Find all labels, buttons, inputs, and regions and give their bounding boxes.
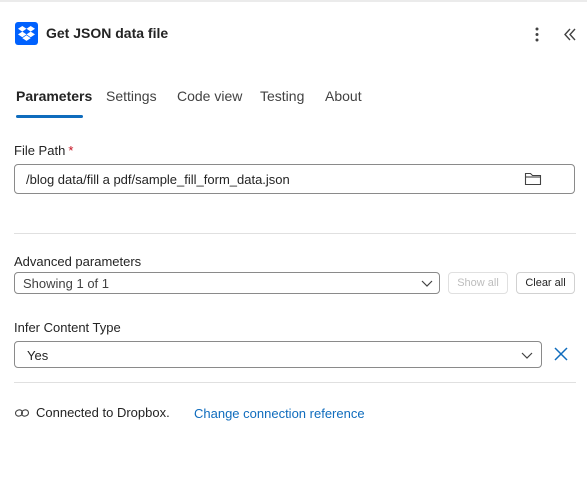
- tab-testing[interactable]: Testing: [260, 88, 304, 118]
- tab-label: Settings: [106, 88, 157, 104]
- more-options-button[interactable]: [527, 23, 547, 45]
- tab-settings[interactable]: Settings: [106, 88, 157, 118]
- action-details-panel: Get JSON data file Parameters Settings C…: [0, 0, 587, 479]
- infer-content-type-label: Infer Content Type: [14, 320, 121, 335]
- section-divider: [14, 233, 576, 234]
- tab-about[interactable]: About: [325, 88, 362, 118]
- tab-code-view[interactable]: Code view: [177, 88, 242, 118]
- file-path-label-text: File Path: [14, 143, 66, 158]
- chevron-down-icon: [421, 280, 433, 287]
- more-vertical-icon: [535, 27, 539, 42]
- tab-label: Code view: [177, 88, 243, 104]
- browse-button[interactable]: [523, 170, 543, 188]
- required-marker: *: [68, 143, 74, 158]
- tab-label: About: [325, 88, 362, 104]
- double-chevron-left-icon: [564, 28, 576, 41]
- file-path-label: File Path *: [14, 143, 73, 158]
- remove-parameter-button[interactable]: [551, 344, 571, 364]
- advanced-parameters-dropdown[interactable]: Showing 1 of 1: [14, 272, 440, 294]
- infer-content-type-dropdown[interactable]: Yes: [14, 341, 542, 368]
- change-connection-link[interactable]: Change connection reference: [194, 406, 365, 421]
- connection-status: Connected to Dropbox.: [36, 405, 170, 420]
- tab-parameters[interactable]: Parameters: [16, 88, 92, 118]
- chevron-down-icon: [521, 352, 533, 359]
- advanced-parameters-value: Showing 1 of 1: [23, 276, 110, 291]
- tab-label: Testing: [260, 88, 305, 104]
- link-icon: [14, 405, 30, 421]
- collapse-panel-button[interactable]: [559, 23, 581, 45]
- file-path-input[interactable]: /blog data/fill a pdf/sample_fill_form_d…: [14, 164, 575, 194]
- advanced-parameters-label: Advanced parameters: [14, 254, 142, 269]
- show-all-button[interactable]: Show all: [448, 272, 508, 294]
- active-tab-indicator: [16, 115, 83, 118]
- clear-all-button[interactable]: Clear all: [516, 272, 575, 294]
- panel-header: Get JSON data file: [14, 21, 579, 47]
- section-divider: [14, 382, 576, 383]
- folder-icon: [524, 172, 542, 186]
- file-path-value: /blog data/fill a pdf/sample_fill_form_d…: [26, 172, 290, 187]
- top-border: [0, 0, 587, 2]
- tab-label: Parameters: [16, 88, 93, 104]
- action-title: Get JSON data file: [46, 25, 169, 41]
- infer-content-type-value: Yes: [27, 348, 49, 363]
- dropbox-icon: [15, 22, 38, 45]
- close-icon: [554, 347, 568, 361]
